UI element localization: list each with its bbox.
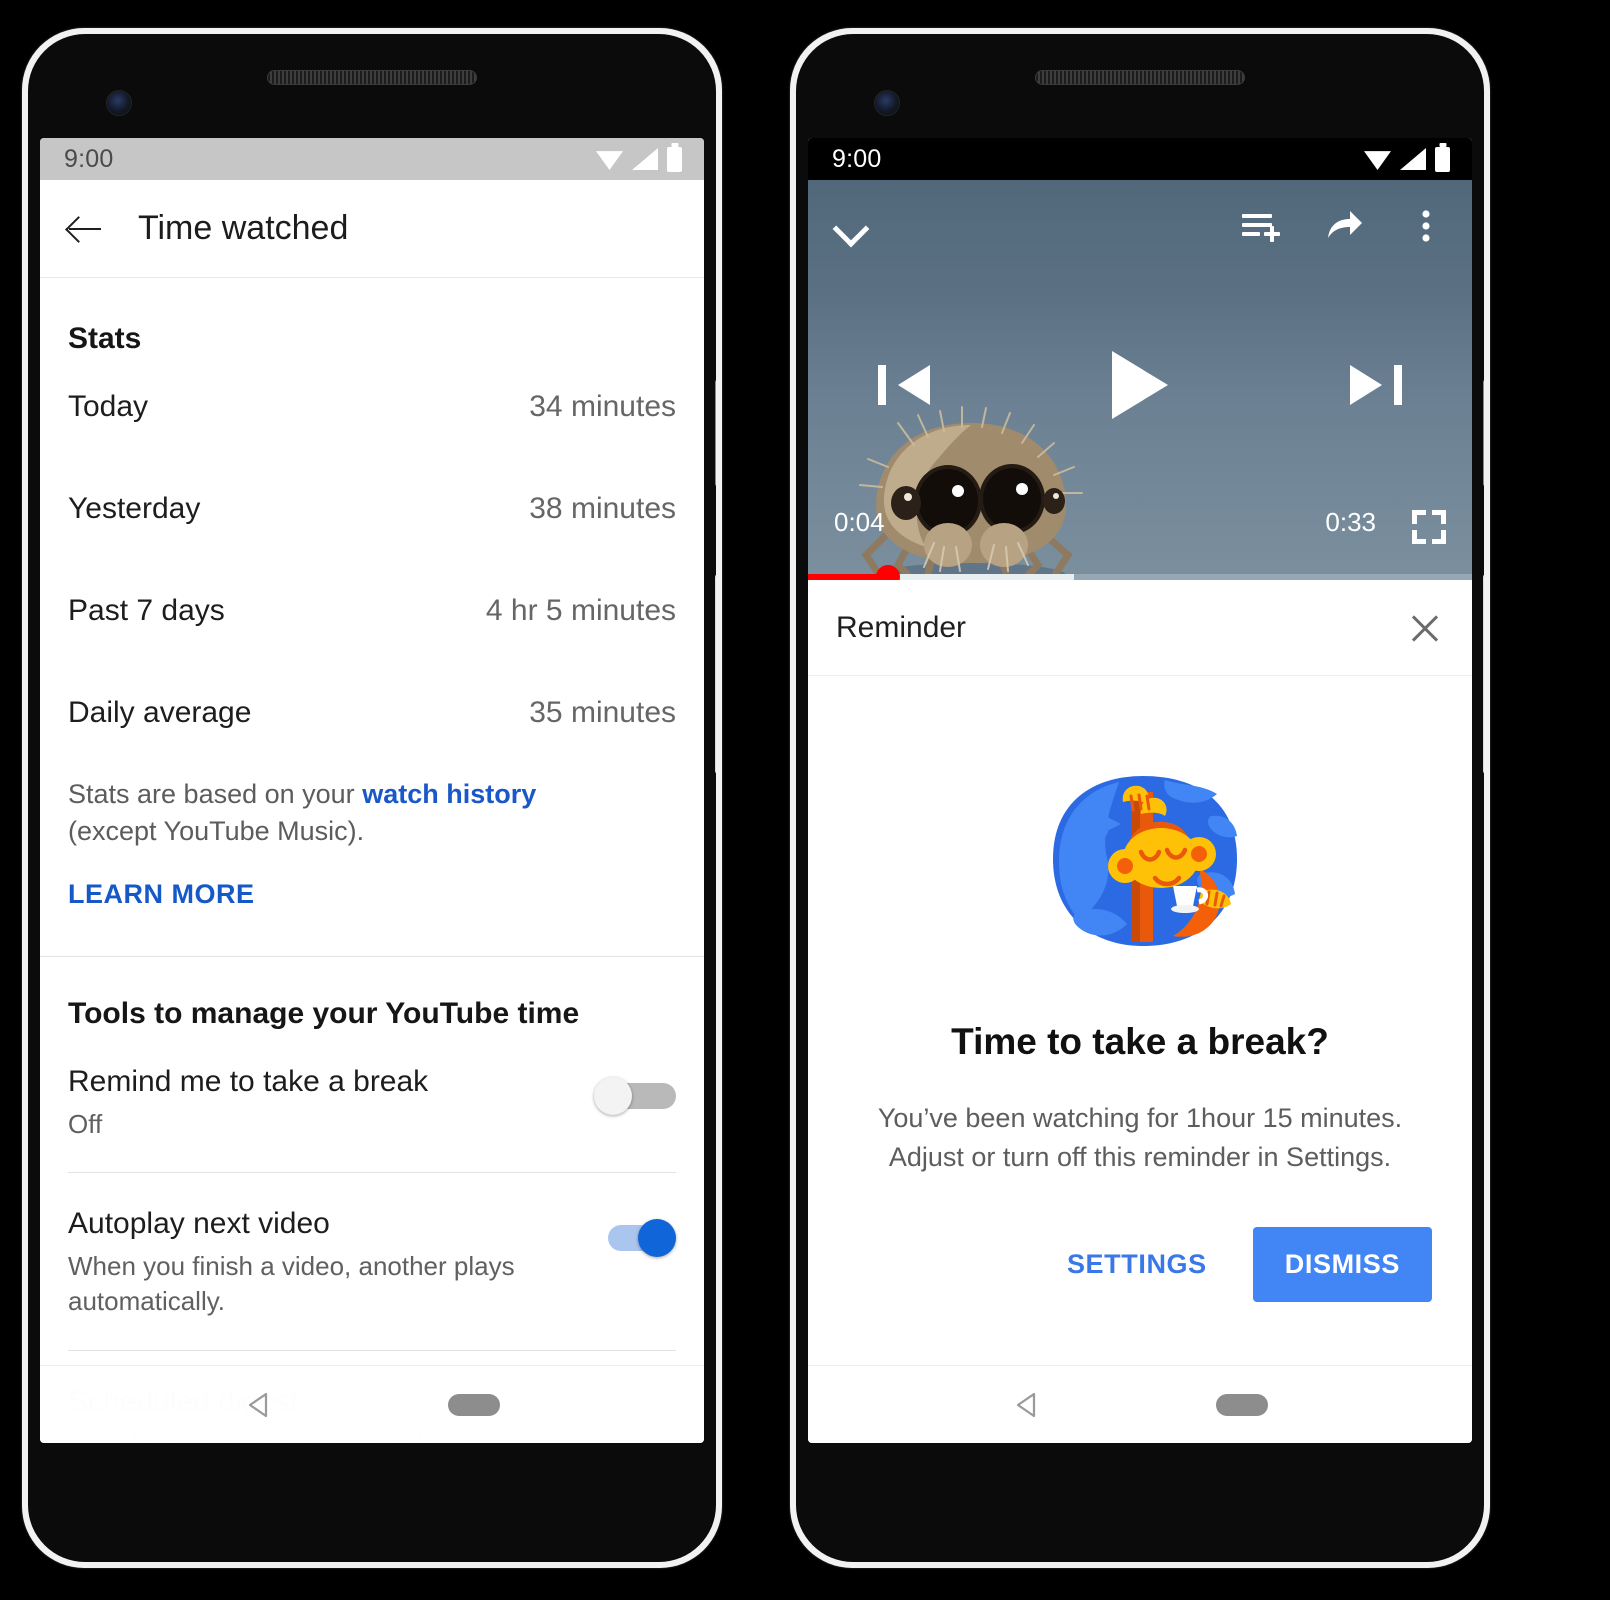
app-bar: Time watched bbox=[40, 180, 704, 278]
stats-note-before: Stats are based on your bbox=[68, 779, 363, 809]
dismiss-button[interactable]: DISMISS bbox=[1252, 1227, 1432, 1303]
next-track-icon[interactable] bbox=[1350, 361, 1402, 409]
current-time: 0:04 bbox=[834, 507, 885, 537]
stat-row-daily-average: Daily average 35 minutes bbox=[40, 662, 704, 764]
stat-value: 34 minutes bbox=[529, 390, 676, 423]
stat-row-today: Today 34 minutes bbox=[40, 356, 704, 458]
previous-track-icon[interactable] bbox=[878, 361, 930, 409]
earpiece-speaker bbox=[1035, 70, 1245, 85]
toggle-thumb bbox=[638, 1218, 676, 1257]
phone-right: 9:00 0:04 0:33 Reminder Time to take a b… bbox=[790, 28, 1490, 1568]
phone-bezel: 9:00 0:04 0:33 Reminder Time to take a b… bbox=[796, 34, 1484, 1562]
setting-text: Remind me to take a break Off bbox=[68, 1065, 574, 1142]
video-player[interactable]: 0:04 0:33 bbox=[808, 180, 1472, 580]
status-bar: 9:00 bbox=[808, 138, 1472, 180]
nav-home-pill-icon[interactable] bbox=[1216, 1393, 1268, 1416]
monkey-with-teacup-illustration bbox=[1053, 776, 1237, 946]
front-camera bbox=[106, 90, 132, 116]
status-bar-icons bbox=[1364, 146, 1450, 172]
signal-icon bbox=[1400, 148, 1426, 170]
nav-back-triangle-icon[interactable] bbox=[1012, 1388, 1046, 1422]
stats-heading: Stats bbox=[68, 322, 142, 355]
stat-label: Daily average bbox=[68, 696, 252, 729]
stats-note-after: (except YouTube Music). bbox=[68, 816, 365, 847]
setting-row-remind-break[interactable]: Remind me to take a break Off bbox=[40, 1031, 704, 1172]
reminder-title: Reminder bbox=[836, 610, 967, 644]
setting-sub: When you finish a video, another plays a… bbox=[68, 1250, 515, 1317]
take-a-break-card: Time to take a break? You’ve been watchi… bbox=[808, 676, 1472, 1365]
settings-button[interactable]: SETTINGS bbox=[1037, 1227, 1237, 1302]
setting-text: Autoplay next video When you finish a vi… bbox=[68, 1207, 574, 1320]
reminder-header: Reminder bbox=[808, 580, 1472, 676]
navigation-bar bbox=[40, 1365, 704, 1443]
phone-bezel: 9:00 Time watched Stats Today 34 minutes… bbox=[28, 34, 716, 1562]
battery-icon bbox=[1435, 146, 1450, 172]
setting-sub: Off bbox=[68, 1108, 103, 1139]
page-title: Time watched bbox=[138, 209, 349, 247]
volume-rocker[interactable] bbox=[1483, 574, 1484, 774]
stat-value: 4 hr 5 minutes bbox=[485, 594, 676, 627]
break-body: You’ve been watching for 1hour 15 minute… bbox=[848, 1099, 1432, 1177]
status-bar-clock: 9:00 bbox=[832, 144, 882, 173]
progress-bar[interactable] bbox=[808, 565, 1472, 580]
duration: 0:33 bbox=[1325, 507, 1376, 537]
play-icon[interactable] bbox=[1112, 351, 1168, 419]
stat-value: 35 minutes bbox=[529, 696, 676, 729]
battery-icon bbox=[667, 146, 682, 172]
setting-row-autoplay[interactable]: Autoplay next video When you finish a vi… bbox=[40, 1173, 704, 1350]
volume-rocker[interactable] bbox=[715, 574, 716, 774]
signal-icon bbox=[632, 148, 658, 170]
status-bar-icons bbox=[596, 146, 682, 172]
break-body-line1: You’ve been watching for 1hour 15 minute… bbox=[877, 1103, 1403, 1133]
stat-label: Yesterday bbox=[68, 492, 201, 525]
front-camera bbox=[874, 90, 900, 116]
watch-history-link[interactable]: watch history bbox=[362, 779, 536, 809]
wifi-icon bbox=[1364, 151, 1391, 170]
remind-break-toggle[interactable] bbox=[594, 1076, 676, 1115]
stat-label: Past 7 days bbox=[68, 594, 225, 627]
back-arrow-icon[interactable] bbox=[66, 210, 104, 248]
navigation-bar bbox=[808, 1365, 1472, 1443]
settings-scroll-area[interactable]: Stats Today 34 minutes Yesterday 38 minu… bbox=[40, 278, 704, 1443]
fullscreen-icon[interactable] bbox=[1412, 510, 1446, 544]
stat-row-yesterday: Yesterday 38 minutes bbox=[40, 458, 704, 560]
setting-name: Remind me to take a break bbox=[68, 1064, 429, 1098]
break-body-line2: Adjust or turn off this reminder in Sett… bbox=[888, 1142, 1392, 1173]
screen-left: 9:00 Time watched Stats Today 34 minutes… bbox=[40, 138, 704, 1443]
screenshot-stage: 9:00 Time watched Stats Today 34 minutes… bbox=[0, 0, 1610, 1600]
break-title: Time to take a break? bbox=[951, 1021, 1329, 1062]
learn-more-button[interactable]: LEARN MORE bbox=[40, 851, 704, 910]
nav-home-pill-icon[interactable] bbox=[448, 1393, 500, 1416]
tools-heading: Tools to manage your YouTube time bbox=[68, 996, 580, 1030]
autoplay-toggle[interactable] bbox=[594, 1218, 676, 1257]
status-bar: 9:00 bbox=[40, 138, 704, 180]
status-bar-clock: 9:00 bbox=[64, 144, 114, 173]
stats-note: Stats are based on your watch history (e… bbox=[40, 764, 640, 851]
power-button[interactable] bbox=[715, 379, 716, 487]
power-button[interactable] bbox=[1483, 379, 1484, 487]
nav-back-triangle-icon[interactable] bbox=[244, 1388, 278, 1422]
earpiece-speaker bbox=[267, 70, 477, 85]
toggle-thumb bbox=[594, 1076, 632, 1115]
phone-left: 9:00 Time watched Stats Today 34 minutes… bbox=[22, 28, 722, 1568]
setting-name: Autoplay next video bbox=[68, 1206, 330, 1240]
stat-row-past-7-days: Past 7 days 4 hr 5 minutes bbox=[40, 560, 704, 662]
stat-value: 38 minutes bbox=[529, 492, 676, 525]
stat-label: Today bbox=[68, 390, 149, 423]
wifi-icon bbox=[596, 151, 623, 170]
break-actions: SETTINGS DISMISS bbox=[848, 1227, 1432, 1303]
screen-right: 9:00 0:04 0:33 Reminder Time to take a b… bbox=[808, 138, 1472, 1443]
close-icon[interactable] bbox=[1406, 609, 1444, 647]
